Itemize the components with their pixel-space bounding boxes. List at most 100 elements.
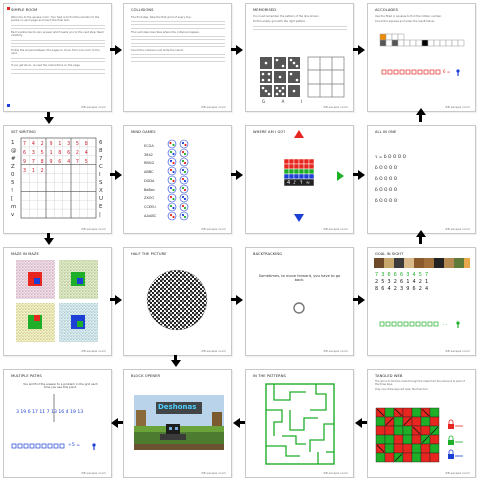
letter-row: G A I bbox=[262, 99, 302, 104]
card-all-in-one[interactable]: ALL IN ONE ร = ɓ ʘ ʘ ʘ ʘ ɓ ʘ ʘ ʘ ʘ ɓ ʘ ʘ… bbox=[367, 125, 476, 234]
symbol-line: ɓ ʘ ʘ ʘ ʘ bbox=[375, 188, 398, 193]
glyph: U bbox=[99, 196, 104, 202]
card-footer: RB escape room bbox=[81, 105, 106, 109]
paragraph: The first step: take the first word of e… bbox=[131, 16, 192, 19]
card-footer: RB escape room bbox=[445, 349, 470, 353]
card-footer: RB escape room bbox=[201, 105, 226, 109]
glyph: | bbox=[99, 212, 101, 218]
glyph: C bbox=[99, 164, 103, 170]
card-footer: RB escape room bbox=[445, 227, 470, 231]
arrow-down-icon bbox=[44, 238, 54, 245]
glyph: [ bbox=[11, 196, 14, 202]
card-footer: RB escape room bbox=[323, 349, 348, 353]
arrow-right-icon bbox=[115, 170, 122, 180]
arrow-right-icon bbox=[358, 295, 365, 305]
card-multiple-paths[interactable]: MULTIPLE PATHS You will find the answer … bbox=[3, 369, 112, 478]
letter: G bbox=[262, 99, 266, 104]
card-backtracking[interactable]: BACKTRACKING Sometimes, to move forward,… bbox=[245, 247, 354, 356]
answer-boxes: - - bbox=[379, 321, 460, 328]
arrow-up-icon bbox=[416, 108, 426, 115]
card-goal-in-sight[interactable]: GOAL IN SIGHT 7 3 6 6 6 3 4 5 7 2 5 3 2 … bbox=[367, 247, 476, 356]
dice-grids bbox=[260, 56, 345, 98]
tangled-grid bbox=[375, 407, 463, 463]
game-scene-image bbox=[134, 395, 224, 450]
symbol-line: ɓ ʘ ʘ ʘ ʘ bbox=[375, 199, 398, 204]
card-title: ALL IN ONE bbox=[375, 130, 397, 134]
glyph: # bbox=[11, 156, 16, 162]
card-block-opener[interactable]: BLOCK OPENER Deshonas RB escape room bbox=[123, 369, 232, 478]
arrow-right-icon bbox=[236, 45, 243, 55]
card-footer: RB escape room bbox=[445, 105, 470, 109]
card-maze-in-maze[interactable]: MAZE IN MAZE RB escape room bbox=[3, 247, 112, 356]
arrow-right-icon bbox=[236, 295, 243, 305]
symbol-line: ร = ɓ ʘ ʘ ʘ ʘ bbox=[375, 155, 407, 160]
accolade-squares bbox=[379, 33, 465, 76]
maze-tiles bbox=[16, 260, 98, 342]
card-footer: RB escape room bbox=[81, 349, 106, 353]
card-where-am-i[interactable]: WHERE AM I GO? 4 ♪ ↑ ≈ RB escape room bbox=[245, 125, 354, 234]
paragraph: Count the collisions and write the resul… bbox=[131, 48, 184, 52]
arrow-right-icon bbox=[115, 45, 122, 55]
corner-markers bbox=[7, 7, 10, 107]
arrow-down-icon bbox=[44, 117, 54, 124]
card-footer: RB escape room bbox=[323, 471, 348, 475]
side-chars-right: 6 8 7 C I S X U E | bbox=[99, 139, 107, 219]
glyph: 8 bbox=[99, 148, 103, 154]
card-simple-room[interactable]: SIMPLE ROOM Welcome to the escape room. … bbox=[3, 3, 112, 112]
glyph: 0 bbox=[11, 172, 15, 178]
card-mind-games[interactable]: MIND GAMES ECGA 3842 RBGG ABBC DGDA BaBe… bbox=[123, 125, 232, 234]
glyph: @ bbox=[11, 148, 17, 154]
card-accolades[interactable]: ACCOLADES Use the filled in squares to f… bbox=[367, 3, 476, 112]
triangle-right-icon bbox=[337, 171, 344, 181]
result-label: +5 = bbox=[68, 443, 81, 448]
glyph: m bbox=[11, 204, 17, 210]
arrow-down-icon bbox=[171, 360, 181, 367]
card-footer: RB escape room bbox=[323, 105, 348, 109]
card-text: The first step: take the first word of e… bbox=[131, 16, 225, 64]
checker-picture bbox=[146, 269, 208, 331]
triangle-up-icon bbox=[294, 130, 304, 138]
card-footer: RB escape room bbox=[81, 227, 106, 231]
svg-text:- -: - - bbox=[443, 322, 448, 327]
card-title: COLLISIONS bbox=[131, 8, 154, 12]
triangle-down-icon bbox=[294, 214, 304, 222]
symbol-line: ɓ ʘ ʘ ʘ ʘ bbox=[375, 166, 398, 171]
glyph: 1 bbox=[11, 140, 15, 146]
glyph: S bbox=[99, 180, 103, 186]
side-chars-left: 1 @ # Z 0 5 ! [ m v bbox=[11, 139, 19, 219]
arrow-right-icon bbox=[358, 170, 365, 180]
card-tangled-web[interactable]: TANGLED WEB The aim is to find the route… bbox=[367, 369, 476, 478]
card-footer: RB escape room bbox=[201, 227, 226, 231]
glyph: 7 bbox=[99, 156, 103, 162]
arrow-right-icon bbox=[358, 45, 365, 55]
symbol-line: ɓ ʘ ʘ ʘ ʘ bbox=[375, 177, 398, 182]
sudoku-digits: 7 4 2 9 1 3 5 8 6 3 5 1 8 6 2 4 9 7 8 9 … bbox=[23, 141, 90, 174]
sign-text: Deshonas bbox=[158, 403, 197, 411]
arrow-right-icon bbox=[115, 295, 122, 305]
letter: A bbox=[281, 99, 285, 104]
answer-boxes bbox=[11, 443, 96, 450]
glyph: E bbox=[99, 204, 103, 210]
symbol-lines: ร = ɓ ʘ ʘ ʘ ʘ ɓ ʘ ʘ ʘ ʘ ɓ ʘ ʘ ʘ ʘ ɓ ʘ ʘ … bbox=[375, 152, 406, 207]
glyph: v bbox=[11, 212, 15, 218]
card-set-writing[interactable]: SET WRITING 7 4 2 9 1 3 5 8 6 3 5 1 8 6 … bbox=[3, 125, 112, 234]
card-footer: RB escape room bbox=[201, 471, 226, 475]
card-footer: RB escape room bbox=[81, 471, 106, 475]
accolade-result: 6 = bbox=[443, 69, 451, 74]
letter: I bbox=[300, 99, 302, 104]
card-collisions[interactable]: COLLISIONS The first step: take the firs… bbox=[123, 3, 232, 112]
color-circles bbox=[167, 139, 189, 221]
card-footer: RB escape room bbox=[201, 349, 226, 353]
glyph: 5 bbox=[11, 180, 15, 186]
lock-icons bbox=[448, 419, 463, 459]
glyph-strip: 4 ♪ ↑ ≈ bbox=[287, 179, 311, 186]
ring-icon bbox=[293, 302, 305, 314]
arrow-right-icon bbox=[236, 170, 243, 180]
glyph: 6 bbox=[99, 140, 103, 146]
arrow-up-icon bbox=[416, 230, 426, 237]
card-half-the-picture[interactable]: HALF THE PICTURE RB escape room bbox=[123, 247, 232, 356]
card-memorised[interactable]: MEMORISED You must remember the pattern … bbox=[245, 3, 354, 112]
card-in-the-patterns[interactable]: IN THE PATTERNS RB escape room bbox=[245, 369, 354, 478]
glyph: ! bbox=[11, 188, 14, 194]
green-maze bbox=[265, 383, 335, 465]
